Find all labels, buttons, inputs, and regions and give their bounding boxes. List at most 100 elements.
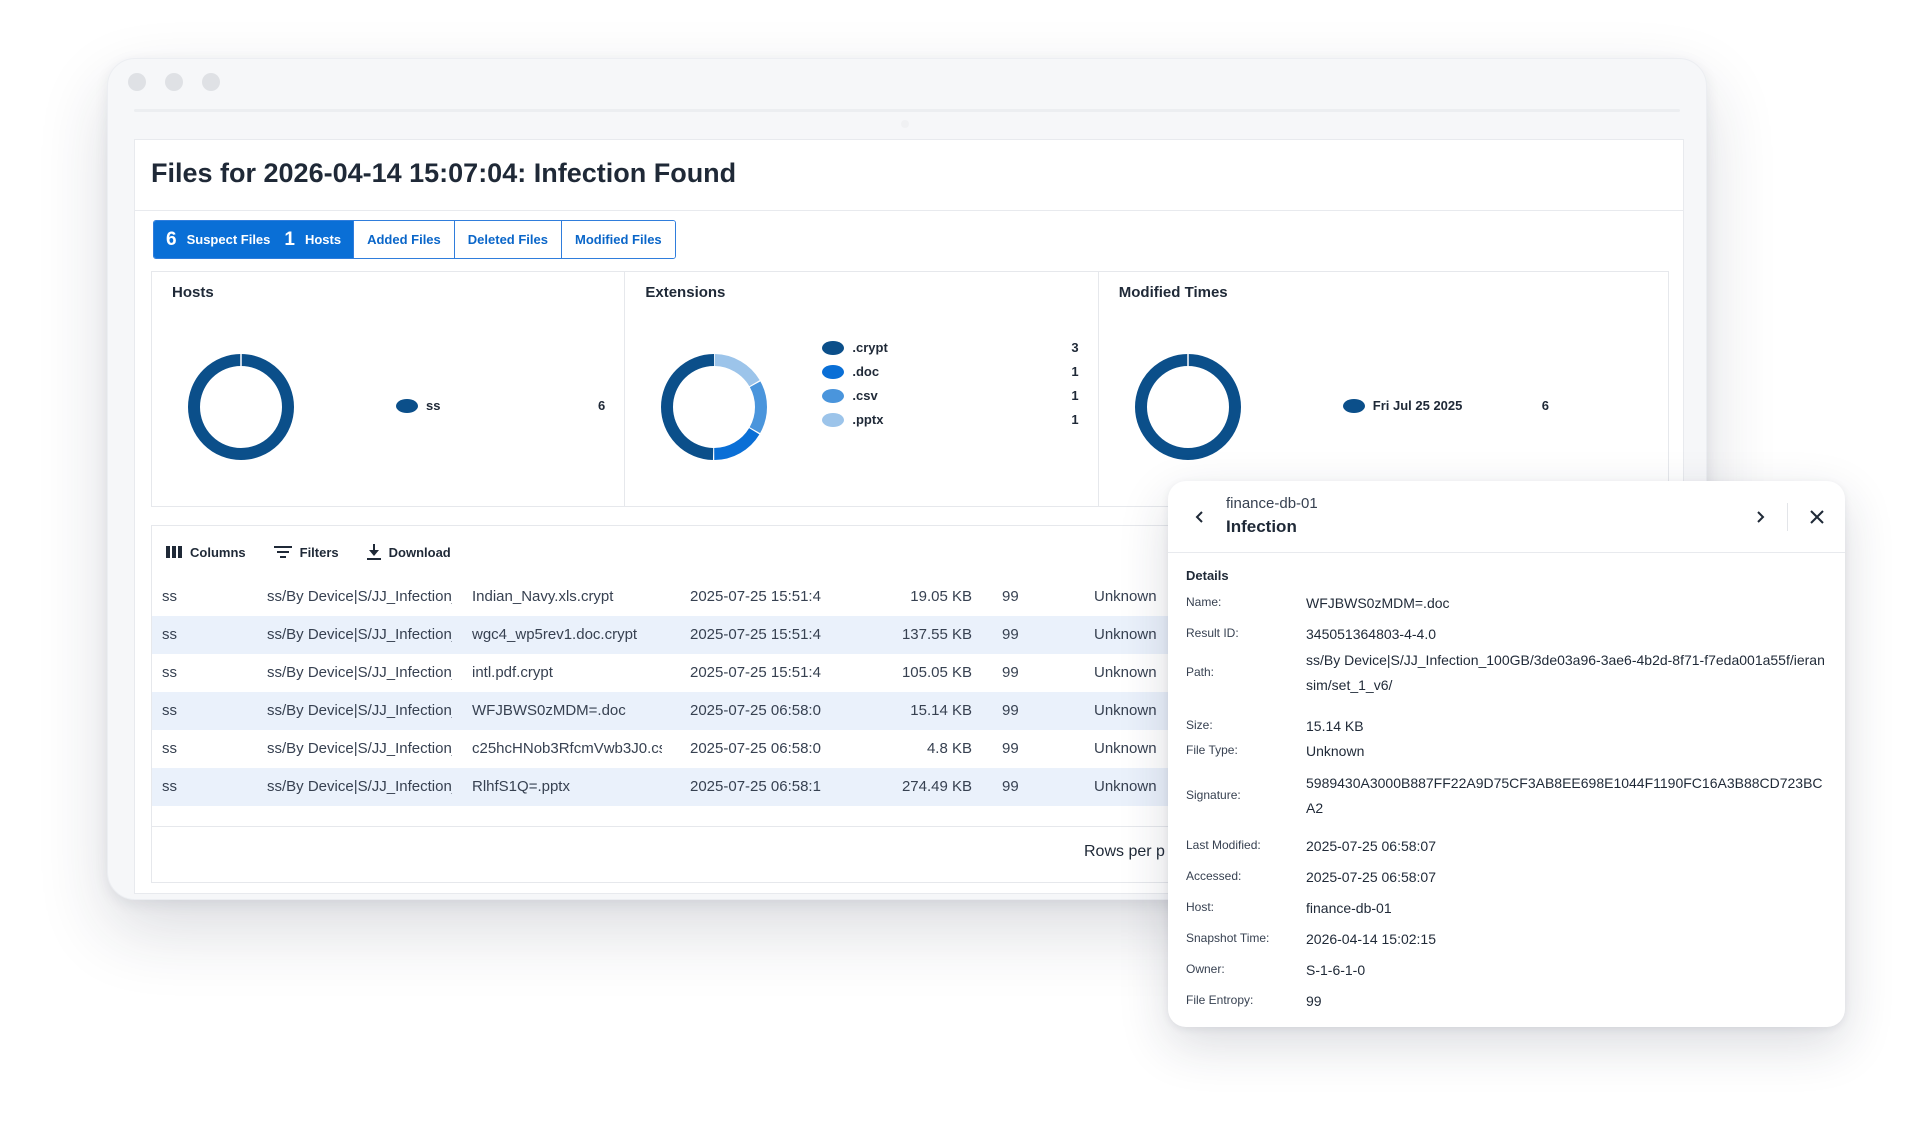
legend-label: .doc bbox=[852, 364, 880, 379]
close-icon bbox=[1810, 510, 1824, 524]
columns-button[interactable]: Columns bbox=[166, 545, 246, 560]
table-cell: ss bbox=[162, 664, 177, 681]
columns-label: Columns bbox=[190, 544, 246, 560]
legend-label: .crypt bbox=[852, 340, 888, 355]
extensions-legend-value: 1 bbox=[1071, 364, 1079, 379]
detail-key: Result ID: bbox=[1186, 626, 1239, 640]
detail-value: 99 bbox=[1306, 993, 1322, 1009]
table-toolbar: Columns Filters Download bbox=[166, 538, 451, 566]
window-maximize-dot[interactable] bbox=[202, 73, 220, 91]
summary-panels: Hosts ss 6 Extensions .crypt 3 .doc 1 .csv 1.… bbox=[151, 271, 1669, 507]
extensions-legend-item: .crypt bbox=[822, 340, 888, 355]
chevron-right-icon bbox=[1757, 511, 1765, 523]
detail-key: Accessed: bbox=[1186, 869, 1242, 883]
header-separator bbox=[1787, 503, 1788, 531]
close-button[interactable] bbox=[1805, 505, 1829, 529]
extensions-legend-item: .csv bbox=[822, 388, 878, 403]
extensions-legend-value: 1 bbox=[1071, 412, 1079, 427]
details-section-title: Details bbox=[1186, 568, 1229, 583]
table-cell: ss/By Device|S/JJ_Infection_ bbox=[267, 588, 452, 605]
download-label: Download bbox=[388, 544, 451, 560]
tab-suspect-files[interactable]: 6 Suspect Files 1 Hosts bbox=[154, 221, 354, 258]
detail-value: 15.14 KB bbox=[1306, 718, 1364, 734]
chevron-left-icon bbox=[1195, 511, 1203, 523]
table-cell: Unknown bbox=[1094, 778, 1157, 795]
table-cell: RlhfS1Q=.pptx bbox=[472, 778, 570, 795]
table-cell: 2025-07-25 15:51:4 bbox=[690, 664, 821, 681]
hosts-label: Hosts bbox=[304, 232, 342, 247]
titlebar-divider bbox=[134, 109, 1680, 112]
table-cell: Indian_Navy.xls.crypt bbox=[472, 588, 614, 605]
table-cell: ss/By Device|S/JJ_Infection_ bbox=[267, 740, 452, 757]
table-cell: intl.pdf.crypt bbox=[472, 664, 553, 681]
download-icon bbox=[366, 544, 381, 560]
detail-key: Name: bbox=[1186, 595, 1222, 609]
detail-key: Signature: bbox=[1186, 788, 1241, 802]
modified-times-legend-value: 6 bbox=[1541, 398, 1549, 413]
extensions-legend-item: .doc bbox=[822, 364, 879, 379]
detail-value: S-1-6-1-0 bbox=[1306, 962, 1366, 978]
window-close-dot[interactable] bbox=[128, 73, 146, 91]
extensions-legend-item: .pptx bbox=[822, 412, 883, 427]
detail-key: File Entropy: bbox=[1186, 993, 1254, 1007]
legend-label: ss bbox=[426, 398, 441, 413]
detail-key: Size: bbox=[1186, 718, 1213, 732]
tab-added-files[interactable]: Added Files bbox=[353, 221, 454, 258]
table-cell: 137.55 KB bbox=[901, 626, 972, 643]
table-cell: 99 bbox=[1002, 664, 1019, 681]
legend-label: .csv bbox=[852, 388, 878, 403]
title-divider bbox=[135, 210, 1683, 211]
file-detail-panel: finance-db-01 Infection Details Name: WFJ… bbox=[1168, 481, 1845, 1027]
detail-value: 5989430A3000B887FF22A9D75CF3AB8EE698E104… bbox=[1306, 775, 1823, 816]
detail-value: WFJBWS0zMDM=.doc bbox=[1306, 595, 1450, 611]
detail-title: Infection bbox=[1226, 517, 1297, 536]
hosts-legend-item: ss bbox=[396, 398, 440, 413]
window-minimize-dot[interactable] bbox=[165, 73, 183, 91]
table-cell: ss/By Device|S/JJ_Infection_ bbox=[267, 702, 452, 719]
modified-times-panel: Modified Times Fri Jul 25 2025 6 bbox=[1097, 272, 1668, 506]
detail-key: Snapshot Time: bbox=[1186, 931, 1270, 945]
detail-value: finance-db-01 bbox=[1306, 900, 1392, 916]
table-cell: 2025-07-25 06:58:1 bbox=[690, 778, 821, 795]
hosts-panel: Hosts ss 6 bbox=[152, 272, 624, 506]
table-cell: Unknown bbox=[1094, 588, 1157, 605]
modified-times-donut-slice bbox=[1134, 354, 1241, 460]
table-cell: wgc4_wp5rev1.doc.crypt bbox=[472, 626, 638, 643]
table-cell: WFJBWS0zMDM=.doc bbox=[472, 702, 626, 719]
table-cell: ss/By Device|S/JJ_Infection_ bbox=[267, 778, 452, 795]
legend-label: Fri Jul 25 2025 bbox=[1372, 398, 1463, 413]
table-cell: 4.8 KB bbox=[926, 740, 972, 757]
detail-key: Last Modified: bbox=[1186, 838, 1261, 852]
detail-value: ss/By Device|S/JJ_Infection_100GB/3de03a… bbox=[1306, 652, 1825, 693]
detail-value: 2025-07-25 06:58:07 bbox=[1306, 838, 1436, 854]
table-cell: ss/By Device|S/JJ_Infection_ bbox=[267, 664, 452, 681]
modified-times-panel-title: Modified Times bbox=[1118, 284, 1228, 301]
legend-swatch bbox=[822, 340, 845, 355]
detail-host: finance-db-01 bbox=[1226, 495, 1318, 512]
detail-value: 345051364803-4-4.0 bbox=[1306, 626, 1437, 642]
filters-button[interactable]: Filters bbox=[273, 544, 339, 560]
table-cell: 99 bbox=[1002, 778, 1019, 795]
modified-times-donut-chart bbox=[1134, 354, 1241, 460]
tab-modified-files[interactable]: Modified Files bbox=[560, 221, 675, 258]
hosts-panel-title: Hosts bbox=[172, 284, 214, 301]
table-cell: 15.14 KB bbox=[910, 702, 972, 719]
tab-deleted-files[interactable]: Deleted Files bbox=[453, 221, 561, 258]
detail-key: File Type: bbox=[1186, 743, 1238, 757]
download-button[interactable]: Download bbox=[366, 544, 451, 560]
table-cell: ss bbox=[162, 778, 177, 795]
next-button[interactable] bbox=[1748, 505, 1772, 529]
legend-swatch bbox=[396, 398, 418, 413]
previous-button[interactable] bbox=[1188, 505, 1212, 529]
detail-key: Path: bbox=[1186, 665, 1215, 679]
table-cell: 99 bbox=[1002, 588, 1019, 605]
legend-swatch bbox=[1342, 398, 1365, 413]
table-cell: 2025-07-25 06:58:0 bbox=[690, 702, 821, 719]
filters-label: Filters bbox=[299, 544, 339, 560]
table-cell: ss bbox=[162, 588, 177, 605]
modified-times-legend-item: Fri Jul 25 2025 bbox=[1342, 398, 1463, 413]
detail-key: Owner: bbox=[1186, 962, 1225, 976]
hosts-donut-slice-ss bbox=[188, 354, 294, 460]
table-cell: 99 bbox=[1002, 740, 1019, 757]
detail-value: 2026-04-14 15:02:15 bbox=[1306, 931, 1436, 947]
